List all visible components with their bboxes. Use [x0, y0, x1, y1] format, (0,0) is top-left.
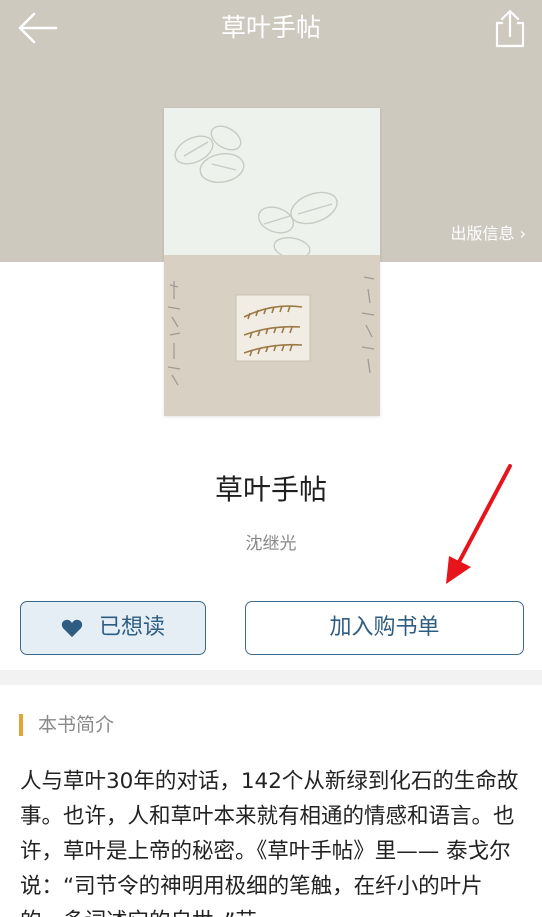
cover-leaf-pattern — [174, 125, 338, 260]
book-cover — [164, 108, 380, 416]
intro-text: 人与草叶30年的对话，142个从新绿到化石的生命故事。也许，人和草叶本来就有相通… — [20, 769, 519, 917]
page-title: 草叶手帖 — [220, 13, 321, 42]
book-title: 草叶手帖 — [214, 473, 327, 506]
add-to-booklist-label: 加入购书单 — [329, 615, 440, 640]
cover-bottom-panel — [164, 255, 380, 416]
intro-heading: 本书简介 — [38, 714, 115, 736]
cover-top-panel — [164, 108, 380, 260]
want-to-read-button[interactable]: 已想读 — [20, 601, 206, 655]
cover-fern-illustration — [167, 276, 375, 386]
want-to-read-label: 已想读 — [98, 615, 165, 640]
book-author[interactable]: 沈继光 — [0, 532, 542, 556]
add-to-booklist-button[interactable]: 加入购书单 — [245, 601, 524, 655]
publication-info-link[interactable]: 出版信息 › — [451, 222, 527, 246]
section-divider — [0, 670, 542, 685]
share-button[interactable] — [490, 6, 530, 50]
heart-icon — [61, 619, 83, 638]
share-icon — [495, 9, 525, 48]
top-bar: 草叶手帖 — [0, 0, 542, 56]
intro-accent-bar — [19, 714, 23, 736]
